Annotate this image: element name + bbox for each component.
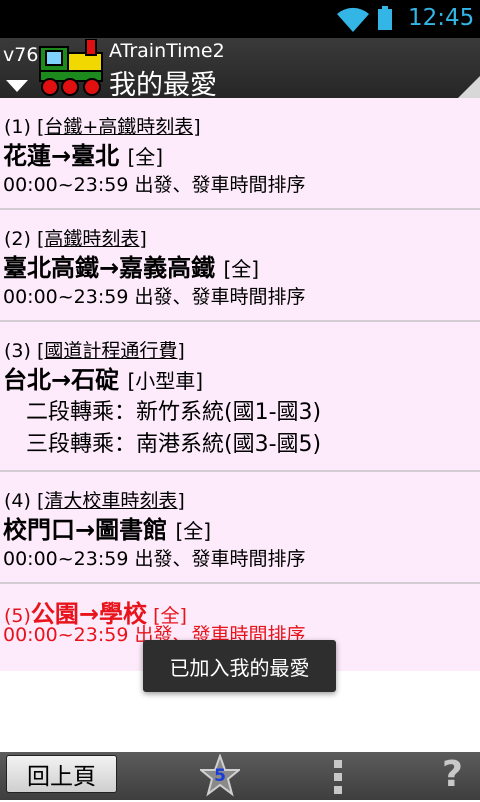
route-text: 校門口→圖書館 [3, 516, 168, 544]
clock: 12:45 [408, 5, 475, 31]
dropdown-arrow-icon[interactable] [6, 80, 28, 92]
item-index: (2) [4, 228, 31, 250]
toast-message: 已加入我的最愛 [143, 640, 336, 692]
list-item[interactable]: (2) [高鐵時刻表] 臺北高鐵→嘉義高鐵 [全] 00:00~23:59 出發… [0, 210, 480, 322]
overflow-menu-icon[interactable] [332, 760, 344, 794]
list-item[interactable]: (1) [台鐵+高鐵時刻表] 花蓮→臺北 [全] 00:00~23:59 出發、… [0, 98, 480, 210]
route-text: 台北→石碇 [3, 366, 120, 394]
favorites-list: (1) [台鐵+高鐵時刻表] 花蓮→臺北 [全] 00:00~23:59 出發、… [0, 98, 480, 671]
item-detail: 00:00~23:59 出發、發車時間排序 [3, 286, 306, 308]
item-index: (3) [4, 340, 31, 362]
transfer-line: 二段轉乘：新竹系統(國1-國3) [26, 400, 322, 425]
item-index: (1) [4, 116, 31, 138]
item-header: (3) [國道計程通行費] [4, 336, 185, 363]
item-detail: 00:00~23:59 出發、發車時間排序 [3, 548, 306, 570]
version-label: v76 [3, 44, 39, 66]
item-service-link[interactable]: [國道計程通行費] [37, 340, 185, 362]
favorites-button[interactable]: 5 [198, 753, 242, 798]
route-tag: [全] [127, 145, 164, 169]
app-header: v76 ATrainTime2 我的最愛 [0, 38, 480, 101]
train-logo-icon [39, 39, 103, 96]
route-tag: [全] [223, 257, 260, 281]
transfer-line: 三段轉乘：南港系統(國3-國5) [26, 432, 322, 457]
item-service-link[interactable]: [清大校車時刻表] [37, 490, 185, 512]
bottom-bar: 回上頁 5 ? [0, 752, 480, 800]
route-text: 臺北高鐵→嘉義高鐵 [3, 254, 216, 282]
item-route: 臺北高鐵→嘉義高鐵 [全] [3, 248, 259, 283]
list-item[interactable]: (4) [清大校車時刻表] 校門口→圖書館 [全] 00:00~23:59 出發… [0, 472, 480, 584]
route-tag: [全] [175, 519, 212, 543]
item-header: (2) [高鐵時刻表] [4, 224, 147, 251]
favorites-count: 5 [214, 766, 226, 786]
item-route: 台北→石碇 [小型車] [3, 360, 203, 395]
item-route: 花蓮→臺北 [全] [3, 136, 163, 171]
page-title: 我的最愛 [109, 70, 217, 101]
battery-icon [378, 6, 392, 30]
item-index: (4) [4, 490, 31, 512]
list-item[interactable]: (3) [國道計程通行費] 台北→石碇 [小型車] 二段轉乘：新竹系統(國1-國… [0, 322, 480, 472]
back-button[interactable]: 回上頁 [6, 755, 117, 793]
help-icon[interactable]: ? [442, 754, 463, 795]
wifi-icon [337, 7, 369, 33]
status-bar: 12:45 [0, 0, 480, 38]
app-name: ATrainTime2 [109, 40, 225, 62]
route-tag: [小型車] [127, 369, 204, 393]
item-service-link[interactable]: [高鐵時刻表] [37, 228, 147, 250]
item-service-link[interactable]: [台鐵+高鐵時刻表] [37, 116, 201, 138]
item-route: 校門口→圖書館 [全] [3, 510, 211, 545]
route-text: 花蓮→臺北 [3, 142, 120, 170]
item-header: (4) [清大校車時刻表] [4, 486, 185, 513]
header-corner [458, 76, 480, 98]
item-detail: 00:00~23:59 出發、發車時間排序 [3, 174, 306, 196]
item-header: (1) [台鐵+高鐵時刻表] [4, 112, 201, 139]
